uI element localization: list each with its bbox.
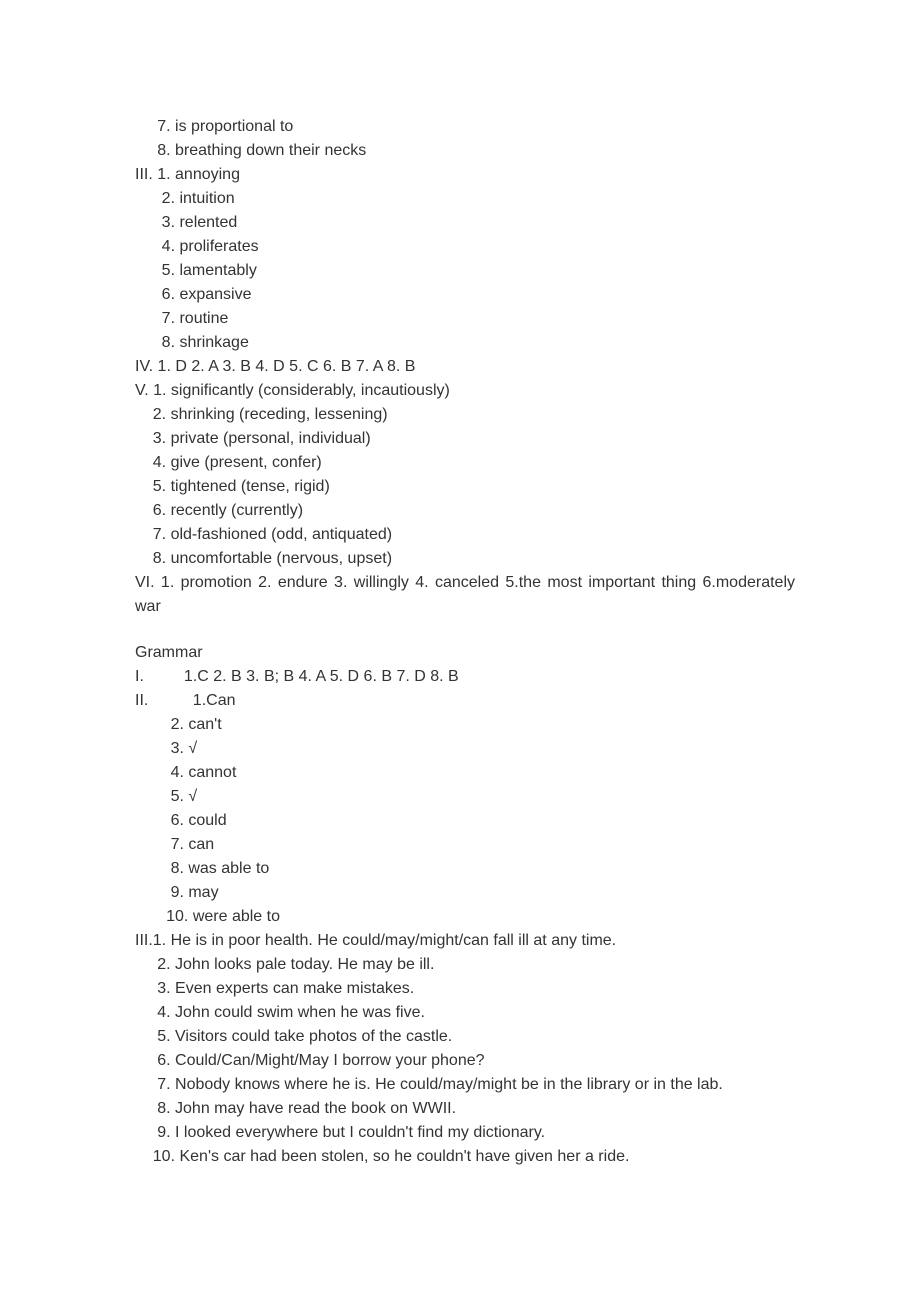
text-line: III. 1. annoying <box>135 163 795 187</box>
text-line: III.1. He is in poor health. He could/ma… <box>135 929 795 953</box>
text-line: 4. proliferates <box>135 235 795 259</box>
text-line: I. 1.C 2. B 3. B; B 4. A 5. D 6. B 7. D … <box>135 665 795 689</box>
text-line: 10. were able to <box>135 905 795 929</box>
text-line: 2. can't <box>135 713 795 737</box>
text-line: 10. Ken's car had been stolen, so he cou… <box>135 1145 795 1169</box>
text-line: IV. 1. D 2. A 3. B 4. D 5. C 6. B 7. A 8… <box>135 355 795 379</box>
text-line: 3. Even experts can make mistakes. <box>135 977 795 1001</box>
text-line: 5. √ <box>135 785 795 809</box>
text-line: 5. lamentably <box>135 259 795 283</box>
text-line: 6. could <box>135 809 795 833</box>
text-line: 4. John could swim when he was five. <box>135 1001 795 1025</box>
text-line: 6. expansive <box>135 283 795 307</box>
text-line: 2. intuition <box>135 187 795 211</box>
text-line: 4. give (present, confer) <box>135 451 795 475</box>
text-line: 7. is proportional to <box>135 115 795 139</box>
text-line: 7. routine <box>135 307 795 331</box>
text-line: 2. shrinking (receding, lessening) <box>135 403 795 427</box>
text-line: 7. old-fashioned (odd, antiquated) <box>135 523 795 547</box>
text-line: 8. was able to <box>135 857 795 881</box>
text-line: 3. √ <box>135 737 795 761</box>
text-line: 6. recently (currently) <box>135 499 795 523</box>
text-line: 7. Nobody knows where he is. He could/ma… <box>135 1073 795 1097</box>
text-line: 3. relented <box>135 211 795 235</box>
text-line: 6. Could/Can/Might/May I borrow your pho… <box>135 1049 795 1073</box>
text-line: 8. uncomfortable (nervous, upset) <box>135 547 795 571</box>
document-page: 7. is proportional to 8. breathing down … <box>0 0 920 1229</box>
text-line: 7. can <box>135 833 795 857</box>
text-line: 4. cannot <box>135 761 795 785</box>
text-line: 9. may <box>135 881 795 905</box>
section-gap <box>135 619 795 641</box>
text-line: 8. shrinkage <box>135 331 795 355</box>
text-line: 5. tightened (tense, rigid) <box>135 475 795 499</box>
text-line: 8. breathing down their necks <box>135 139 795 163</box>
text-line: 2. John looks pale today. He may be ill. <box>135 953 795 977</box>
text-line: 8. John may have read the book on WWII. <box>135 1097 795 1121</box>
text-line: 3. private (personal, individual) <box>135 427 795 451</box>
text-line: 9. I looked everywhere but I couldn't fi… <box>135 1121 795 1145</box>
text-line: Grammar <box>135 641 795 665</box>
text-line: VI. 1. promotion 2. endure 3. willingly … <box>135 571 795 619</box>
text-line: V. 1. significantly (considerably, incau… <box>135 379 795 403</box>
text-line: 5. Visitors could take photos of the cas… <box>135 1025 795 1049</box>
text-line: II. 1.Can <box>135 689 795 713</box>
